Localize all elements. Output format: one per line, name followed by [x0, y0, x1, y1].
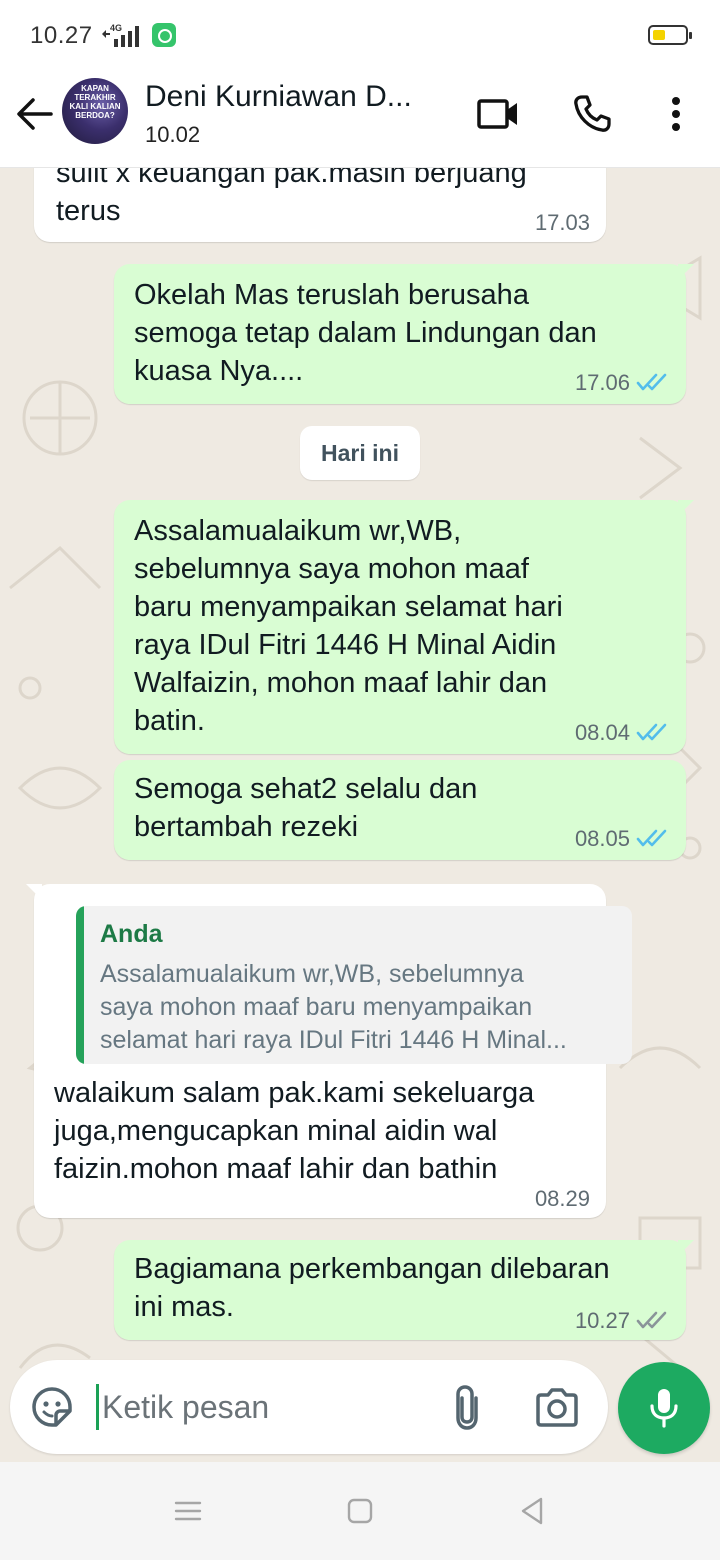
message-bubble-outgoing[interactable]: Okelah Mas teruslah berusaha semoga teta… — [114, 264, 694, 404]
read-ticks-icon — [636, 723, 667, 741]
message-time: 17.06 — [574, 370, 630, 395]
chat-area[interactable]: sulit x keuangan pak.masih berjuang teru… — [0, 168, 720, 1458]
status-bar: 10.27 4G — [0, 0, 720, 70]
avatar[interactable]: KAPAN TERAKHIR KALI KALIAN BERDOA? — [62, 78, 128, 144]
read-ticks-icon — [636, 373, 667, 391]
date-separator: Hari ini — [300, 426, 420, 480]
delivered-ticks-icon — [636, 1311, 667, 1329]
message-time: 08.04 — [574, 720, 630, 745]
menu-nav-icon[interactable] — [168, 1496, 208, 1526]
message-bubble-outgoing[interactable]: Bagiamana perkembangan dilebaran ini mas… — [114, 1240, 694, 1340]
video-call-icon[interactable] — [474, 90, 522, 138]
message-text: Assalamualaikum wr,WB, sebelumnya saya m… — [134, 512, 679, 740]
more-vert-icon[interactable] — [652, 90, 700, 138]
contact-subtitle: 10.02 — [145, 122, 201, 147]
status-time: 10.27 — [30, 22, 93, 49]
message-text: sulit x keuangan pak.masih berjuang teru… — [56, 168, 596, 230]
chat-header: KAPAN TERAKHIR KALI KALIAN BERDOA? Deni … — [0, 70, 720, 168]
back-arrow-icon[interactable] — [12, 92, 56, 136]
quote-line: selamat hari raya IDul Fitri 1446 H Mina… — [100, 1026, 567, 1054]
mic-button[interactable] — [618, 1362, 710, 1454]
message-line: walaikum salam pak.kami sekeluarga — [54, 1077, 535, 1109]
message-bubble-outgoing[interactable]: Semoga sehat2 selalu dan bertambah rezek… — [114, 760, 686, 860]
camera-icon[interactable] — [534, 1386, 580, 1428]
message-bubble-incoming[interactable]: sulit x keuangan pak.masih berjuang teru… — [34, 168, 606, 242]
message-text: walaikum salam pak.kami sekeluarga juga,… — [54, 1074, 599, 1188]
avatar-caption: KAPAN TERAKHIR KALI KALIAN BERDOA? — [69, 84, 121, 120]
sticker-icon[interactable] — [30, 1385, 74, 1429]
quote-line: Assalamualaikum wr,WB, sebelumnya — [100, 960, 524, 988]
quote-author: Anda — [100, 920, 163, 948]
message-time: 17.03 — [534, 210, 590, 235]
message-line: juga,mengucapkan minal aidin wal — [54, 1115, 498, 1147]
message-time: 10.27 — [574, 1308, 630, 1333]
message-input[interactable] — [96, 1382, 416, 1432]
message-line: Okelah Mas teruslah berusaha — [134, 279, 529, 311]
message-line: Bagiamana perkembangan dilebaran — [134, 1253, 610, 1285]
message-bubble-incoming[interactable]: Anda Assalamualaikum wr,WB, sebelumnya s… — [26, 884, 632, 1218]
message-composer — [10, 1360, 608, 1454]
message-bubble-outgoing[interactable]: Assalamualaikum wr,WB, sebelumnya saya m… — [114, 500, 694, 754]
home-nav-icon[interactable] — [340, 1496, 380, 1526]
message-line: terus — [56, 195, 121, 227]
quote-accent-bar — [76, 906, 84, 1064]
message-line: Semoga sehat2 selalu dan — [134, 773, 478, 805]
message-line: sebelumnya saya mohon maaf — [134, 553, 529, 585]
message-line: sulit x keuangan pak.masih berjuang — [56, 168, 527, 189]
quote-line: saya mohon maaf baru menyampaikan — [100, 993, 533, 1021]
message-line: Walfaizin, mohon maaf lahir dan — [134, 667, 548, 699]
quote-text: Assalamualaikum wr,WB, sebelumnya saya m… — [100, 958, 620, 1057]
app-notification-icon — [152, 23, 176, 47]
message-line: semoga tetap dalam Lindungan dan — [134, 317, 597, 349]
voice-call-icon[interactable] — [568, 90, 616, 138]
message-line: baru menyampaikan selamat hari — [134, 591, 563, 623]
attach-icon[interactable] — [448, 1384, 488, 1430]
signal-icon: 4G — [100, 22, 146, 48]
back-nav-icon[interactable] — [512, 1496, 552, 1526]
battery-icon — [648, 25, 692, 45]
message-line: faizin.mohon maaf lahir dan bathin — [54, 1153, 498, 1185]
quoted-message[interactable]: Anda Assalamualaikum wr,WB, sebelumnya s… — [76, 906, 632, 1064]
message-line: raya IDul Fitri 1446 H Minal Aidin — [134, 629, 557, 661]
mic-icon — [650, 1389, 678, 1428]
network-type-label: 4G — [110, 23, 122, 33]
contact-name[interactable]: Deni Kurniawan D... — [145, 80, 445, 114]
read-ticks-icon — [636, 829, 667, 847]
message-line: Assalamualaikum wr,WB, — [134, 515, 462, 547]
message-time: 08.29 — [534, 1186, 590, 1211]
message-time: 08.05 — [574, 826, 630, 851]
system-nav-bar — [0, 1462, 720, 1560]
